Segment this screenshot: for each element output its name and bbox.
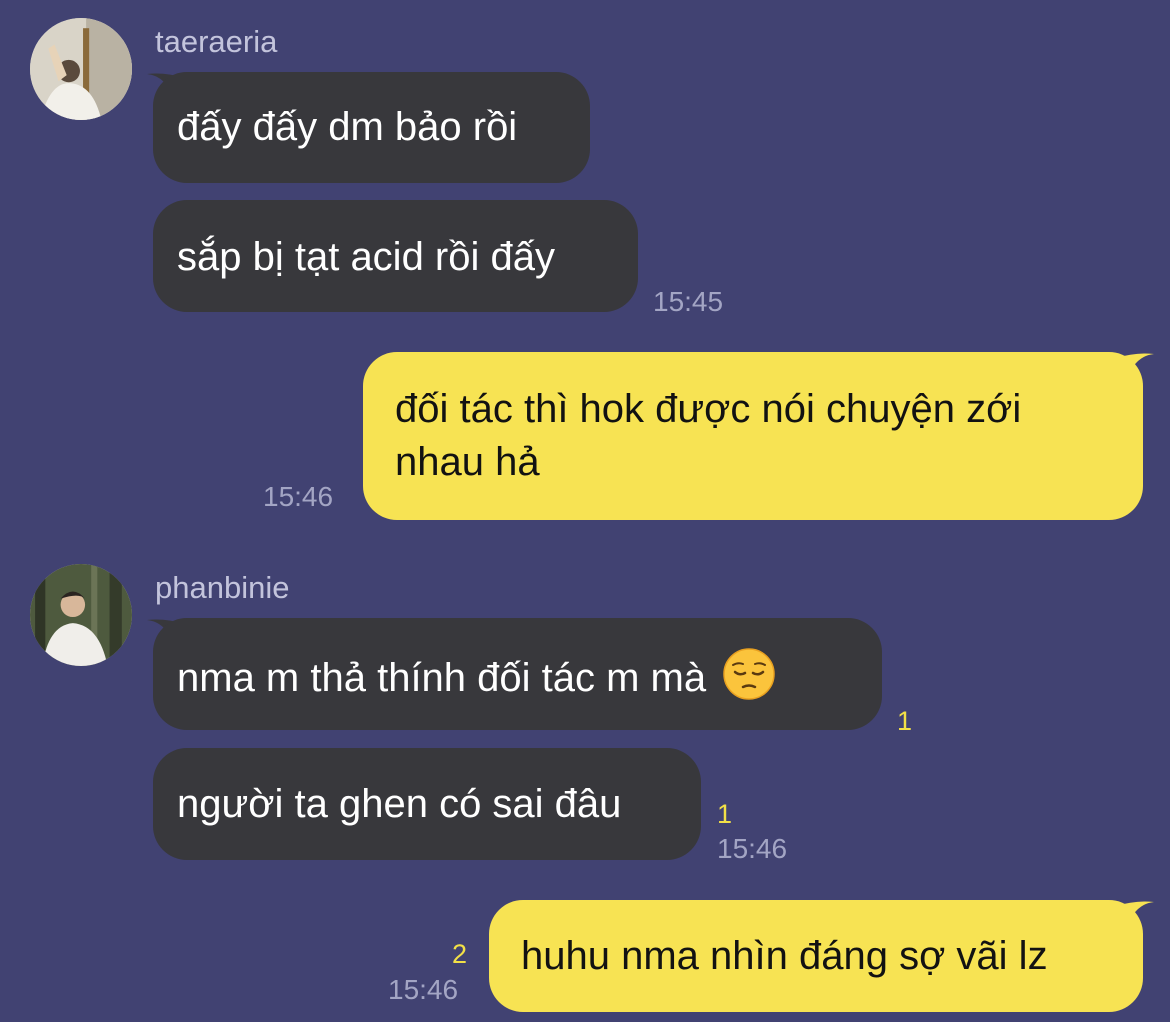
avatar-taeraeria[interactable] xyxy=(30,18,132,120)
message-bubble[interactable]: đối tác thì hok được nói chuyện zới nhau… xyxy=(363,352,1143,520)
read-count: 2 xyxy=(452,939,468,969)
message-text: người ta ghen có sai đâu xyxy=(177,782,622,826)
profile-photo-icon xyxy=(30,18,132,120)
message-text: sắp bị tạt acid rồi đấy xyxy=(177,235,555,279)
message-bubble[interactable]: huhu nma nhìn đáng sợ vãi lz xyxy=(489,900,1143,1012)
read-count: 1 xyxy=(897,706,913,736)
message-text-line: đối tác thì hok được nói chuyện zới xyxy=(395,387,1022,431)
message-text: nma m thả thính đối tác m mà xyxy=(177,656,707,700)
message-timestamp: 15:45 xyxy=(653,286,724,317)
message-timestamp: 15:46 xyxy=(388,974,459,1005)
message-bubble[interactable]: sắp bị tạt acid rồi đấy xyxy=(153,200,638,312)
pensive-face-emoji-icon xyxy=(723,648,775,700)
message-text-line: nhau hả xyxy=(395,440,540,484)
avatar-phanbinie[interactable] xyxy=(30,564,132,666)
message-bubble[interactable]: đấy đấy dm bảo rồi xyxy=(153,72,590,183)
message-text: đấy đấy dm bảo rồi xyxy=(177,105,518,149)
message-text: huhu nma nhìn đáng sợ vãi lz xyxy=(521,934,1048,978)
profile-photo-icon xyxy=(30,564,132,666)
message-bubble[interactable]: nma m thả thính đối tác m mà xyxy=(153,618,882,730)
message-bubble[interactable]: người ta ghen có sai đâu xyxy=(153,748,701,860)
sender-name: taeraeria xyxy=(155,24,278,59)
read-count: 1 xyxy=(717,799,733,829)
message-timestamp: 15:46 xyxy=(263,481,334,512)
sender-name: phanbinie xyxy=(155,570,290,605)
message-timestamp: 15:46 xyxy=(717,833,788,864)
